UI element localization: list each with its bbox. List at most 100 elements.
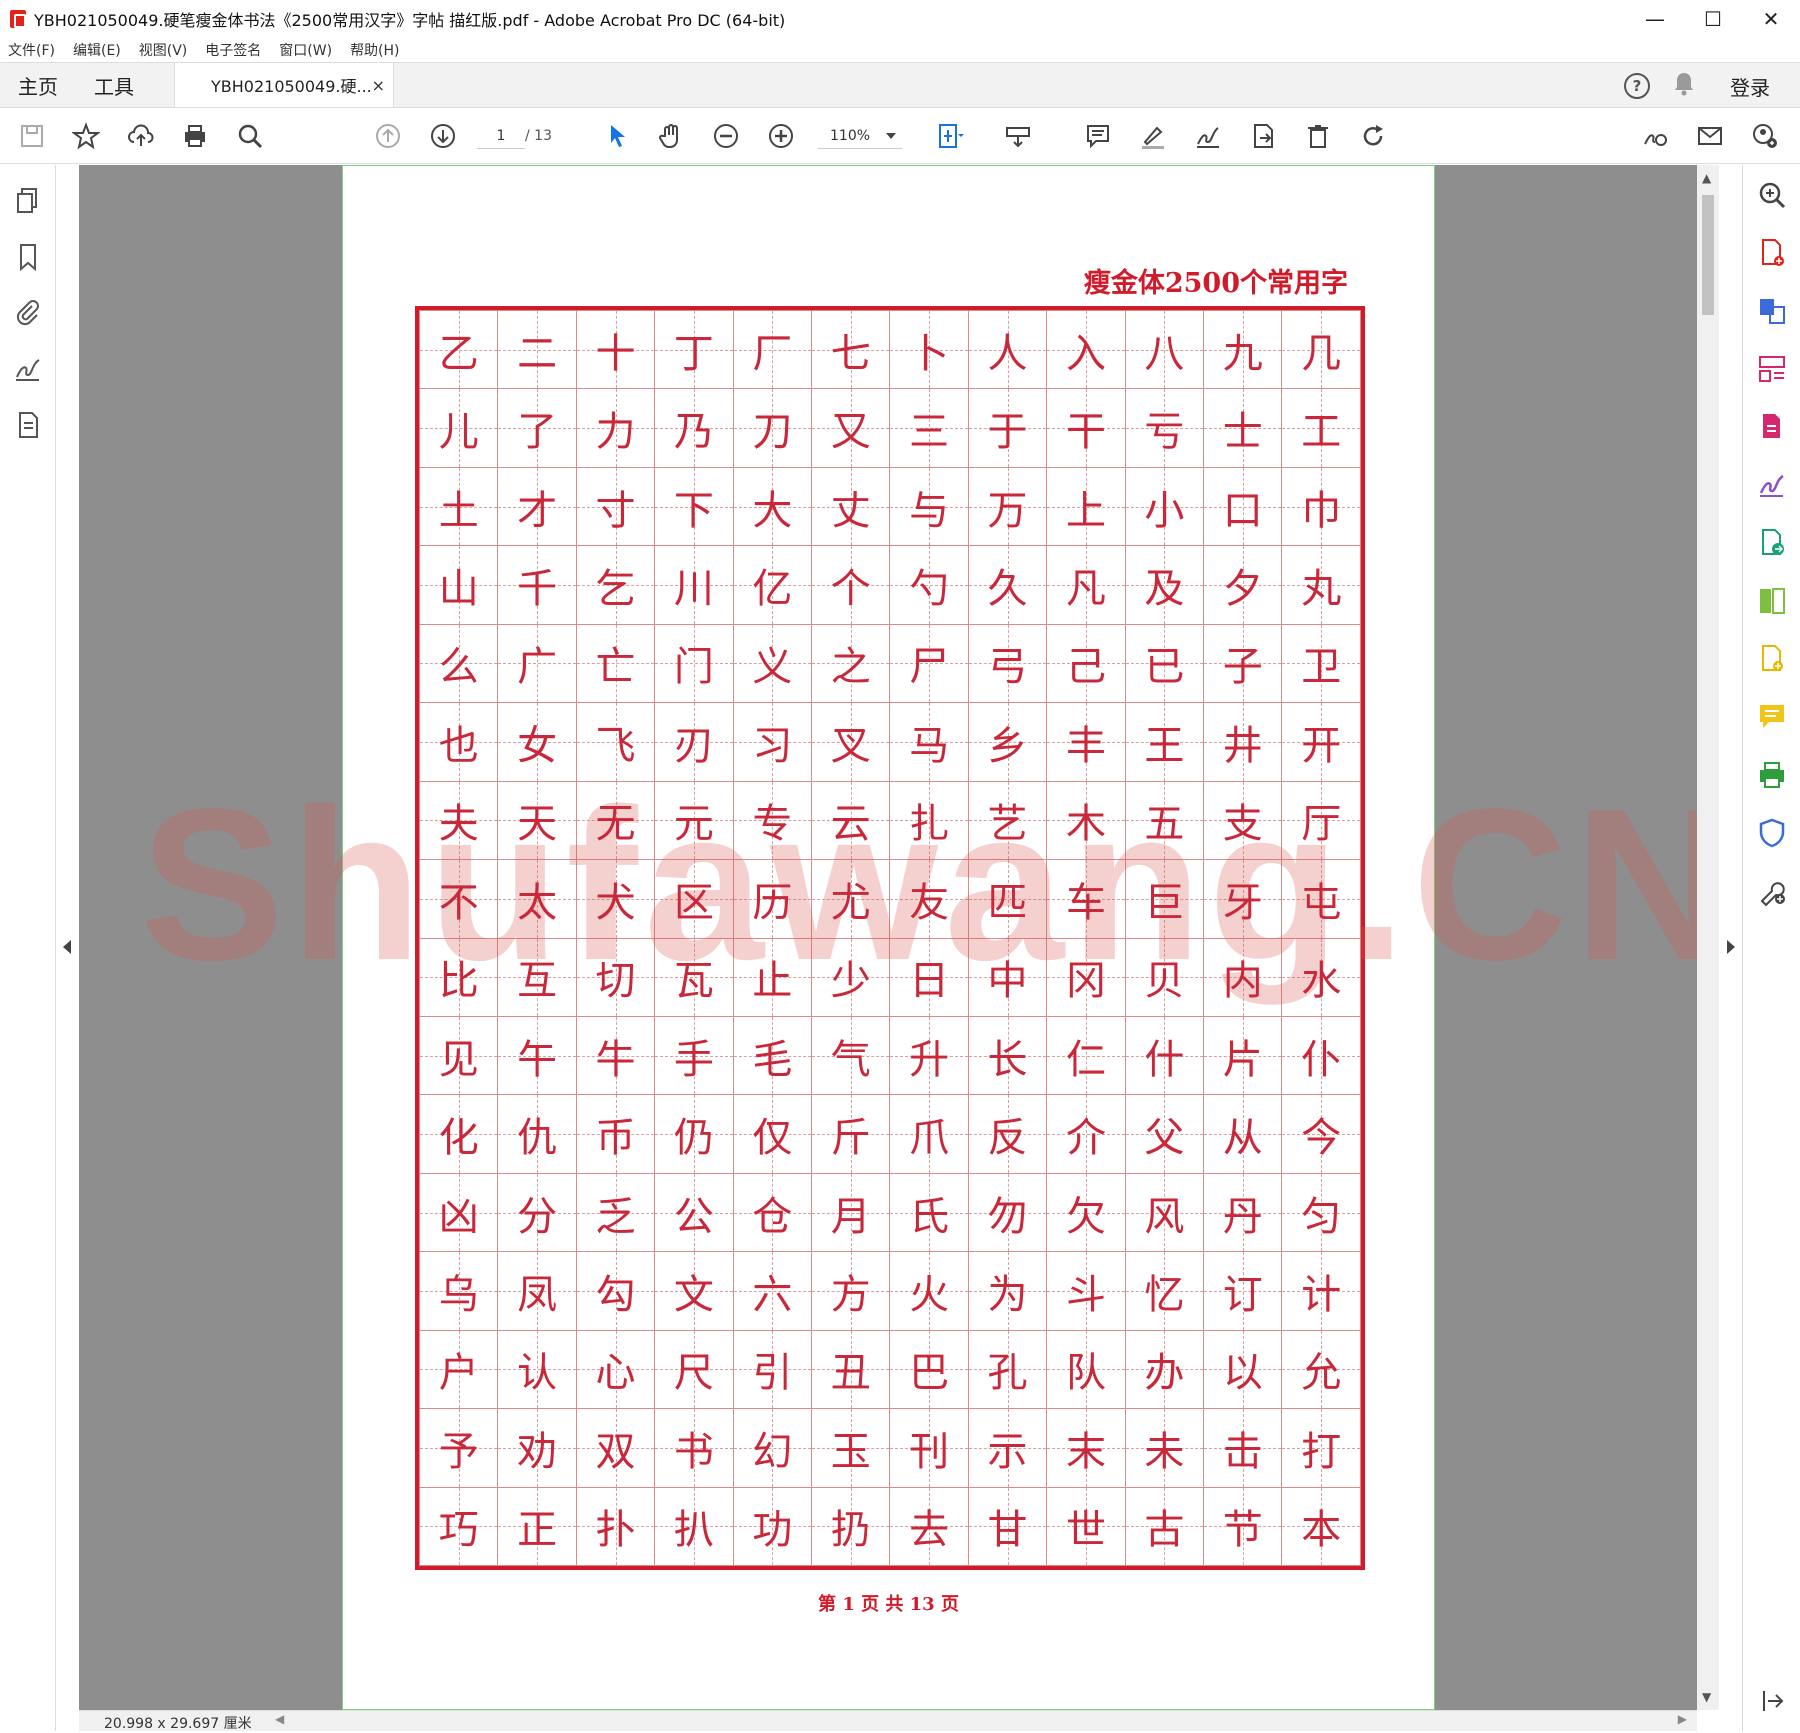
grid-cell: 亏 [1124, 388, 1205, 468]
zoom-search-icon[interactable] [1756, 179, 1788, 211]
trash-icon[interactable] [1302, 120, 1334, 152]
grid-row: 化仇币仍仅斤爪反介父从今 [418, 1094, 1361, 1174]
grid-cell: 开 [1281, 702, 1361, 782]
grid-cell: 扑 [575, 1486, 656, 1567]
help-icon[interactable]: ? [1624, 73, 1650, 99]
grid-character: 仅 [752, 1115, 793, 1162]
grid-character: 尺 [673, 1350, 714, 1397]
grid-cell: 午 [497, 1015, 577, 1096]
collapse-left-panel-icon[interactable] [63, 940, 71, 954]
save-icon[interactable] [16, 120, 48, 152]
grid-character: 幻 [752, 1428, 793, 1475]
menu-help[interactable]: 帮助(H) [350, 40, 399, 60]
select-cursor-icon[interactable] [601, 120, 633, 152]
maximize-button[interactable]: ☐ [1684, 0, 1742, 38]
grid-cell: 不 [418, 859, 499, 939]
star-icon[interactable] [70, 120, 102, 152]
grid-character: 夫 [438, 801, 479, 848]
page-fit-icon[interactable] [934, 120, 966, 152]
more-tools-icon[interactable] [1756, 875, 1788, 907]
comment-tool-icon[interactable] [1756, 701, 1788, 733]
menu-view[interactable]: 视图(V) [139, 40, 188, 60]
grid-cell: 未 [1124, 1408, 1205, 1488]
zoom-in-icon[interactable] [765, 120, 797, 152]
hand-tool-icon[interactable] [655, 120, 687, 152]
protect-shield-icon[interactable] [1756, 817, 1788, 849]
grid-character: 认 [517, 1350, 558, 1397]
tab-tools[interactable]: 工具 [76, 63, 152, 107]
attachment-icon[interactable] [12, 297, 44, 329]
menu-edit[interactable]: 编辑(E) [73, 40, 121, 60]
minimize-button[interactable]: — [1626, 0, 1684, 38]
vertical-scrollbar[interactable]: ▲ ▼ [1697, 165, 1719, 1710]
grid-character: 久 [987, 566, 1028, 613]
page-number-input[interactable]: 1 [477, 123, 525, 149]
grid-cell: 亿 [732, 545, 813, 625]
grid-cell: 互 [497, 937, 577, 1017]
export-pdf-icon[interactable] [1756, 527, 1788, 559]
grid-character: 及 [1144, 566, 1185, 613]
grid-character: 队 [1065, 1350, 1106, 1397]
grid-character: 打 [1301, 1428, 1342, 1475]
export-icon[interactable] [1247, 120, 1279, 152]
email-icon[interactable] [1694, 120, 1726, 152]
scroll-left-icon[interactable]: ◀ [275, 1712, 284, 1726]
cloud-upload-icon[interactable] [125, 120, 157, 152]
tab-document[interactable]: YBH021050049.硬... × [174, 63, 394, 107]
scroll-thumb[interactable] [1702, 195, 1714, 315]
grid-character: 斗 [1065, 1271, 1106, 1318]
rotate-icon[interactable] [1357, 120, 1389, 152]
keyboard-icon[interactable] [1002, 120, 1034, 152]
sign-icon[interactable] [1192, 120, 1224, 152]
scroll-down-icon[interactable]: ▼ [1702, 1690, 1711, 1704]
document-properties-icon[interactable] [12, 409, 44, 441]
bookmark-icon[interactable] [12, 241, 44, 273]
edit-pdf-icon[interactable] [1756, 411, 1788, 443]
page-total: / 13 [525, 128, 552, 144]
close-tab-icon[interactable]: × [372, 76, 385, 95]
comment-icon[interactable] [1082, 120, 1114, 152]
close-window-button[interactable]: ✕ [1742, 0, 1800, 38]
print-icon[interactable] [179, 120, 211, 152]
page-size-readout: 20.998 x 29.697 厘米 [104, 1716, 252, 1732]
grid-character: 十 [595, 330, 636, 377]
fill-sign-icon[interactable] [1639, 120, 1671, 152]
grid-character: 正 [517, 1507, 558, 1554]
zoom-level-select[interactable]: 110% [818, 123, 902, 149]
collapse-right-panel-icon[interactable] [1727, 940, 1735, 954]
tab-home[interactable]: 主页 [0, 63, 76, 107]
grid-cell: 氏 [889, 1172, 969, 1253]
zoom-out-icon[interactable] [710, 120, 742, 152]
grid-cell: 牙 [1203, 859, 1283, 939]
scroll-up-icon[interactable]: ▲ [1702, 171, 1711, 185]
grid-character: 比 [438, 958, 479, 1005]
find-text-icon[interactable] [234, 120, 266, 152]
highlight-icon[interactable] [1137, 120, 1169, 152]
fill-and-sign-icon[interactable] [1756, 469, 1788, 501]
grid-cell: 仇 [497, 1094, 577, 1174]
compare-files-icon[interactable] [1756, 585, 1788, 617]
menu-esign[interactable]: 电子签名 [205, 40, 261, 60]
organize-pages-icon[interactable] [1756, 353, 1788, 385]
menu-window[interactable]: 窗口(W) [279, 40, 332, 60]
combine-files-icon[interactable] [1756, 295, 1788, 327]
grid-character: 心 [595, 1350, 636, 1397]
grid-character: 木 [1065, 801, 1106, 848]
grid-character: 公 [673, 1193, 714, 1240]
signature-panel-icon[interactable] [12, 353, 44, 385]
add-file-icon[interactable] [1756, 643, 1788, 675]
create-pdf-icon[interactable] [1756, 237, 1788, 269]
login-button[interactable]: 登录 [1730, 72, 1770, 101]
grid-character: 勾 [595, 1271, 636, 1318]
next-page-icon[interactable] [427, 120, 459, 152]
page-thumbnails-icon[interactable] [12, 185, 44, 217]
previous-page-icon[interactable] [372, 120, 404, 152]
collapse-tools-icon[interactable] [1756, 1685, 1788, 1717]
print-production-icon[interactable] [1756, 759, 1788, 791]
menu-file[interactable]: 文件(F) [8, 40, 55, 60]
share-user-icon[interactable] [1749, 120, 1781, 152]
grid-character: 尸 [909, 644, 950, 691]
scroll-right-icon[interactable]: ▶ [1678, 1712, 1687, 1726]
bell-icon[interactable] [1672, 71, 1696, 101]
grid-cell: 元 [654, 780, 734, 861]
